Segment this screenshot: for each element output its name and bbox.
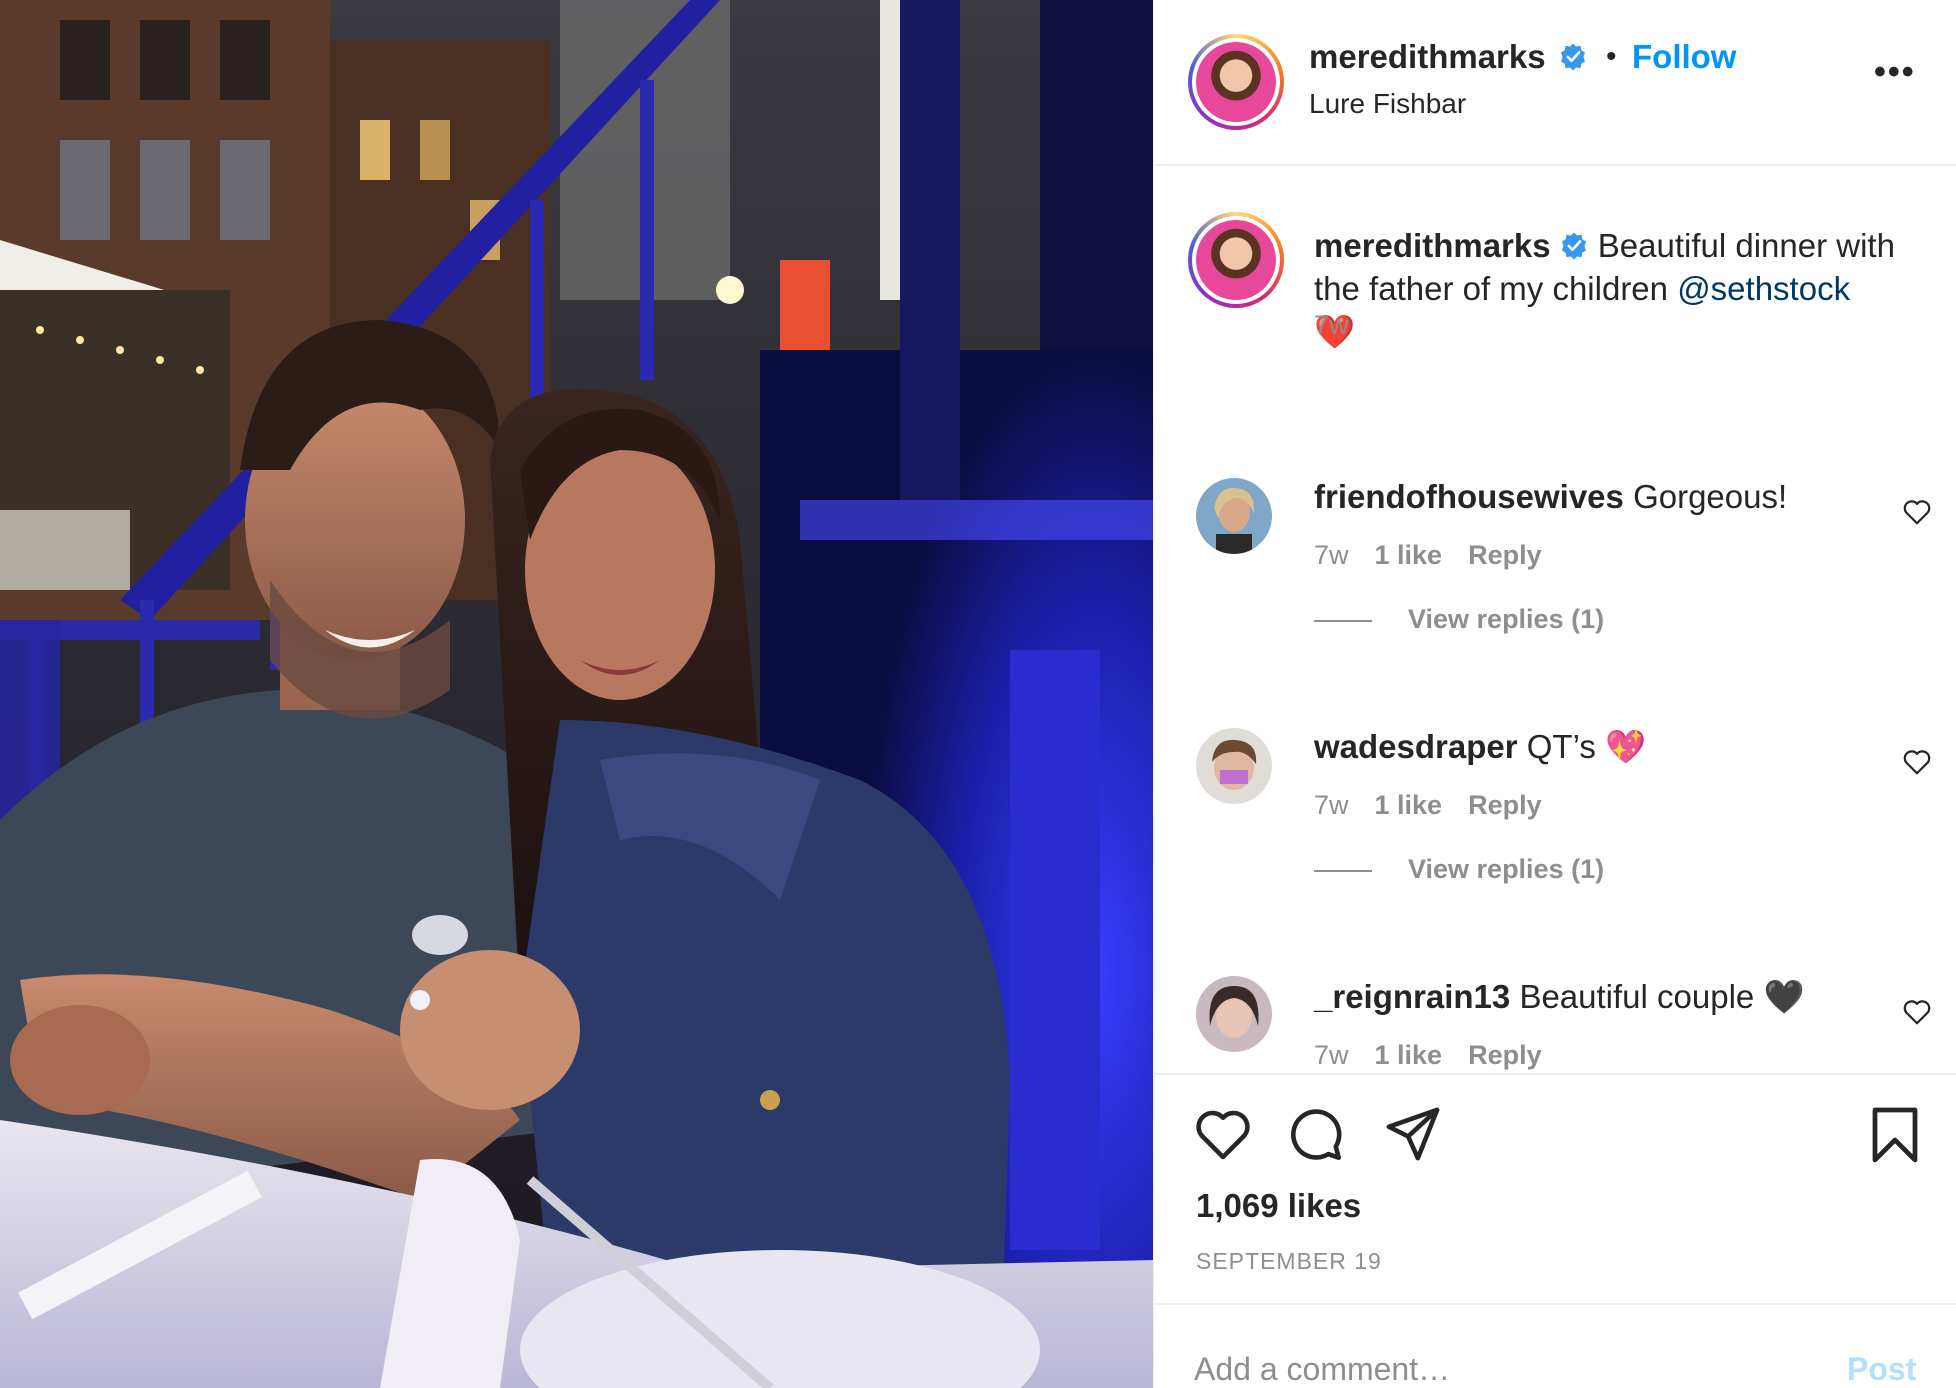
comment-time[interactable]: 7w — [1314, 540, 1349, 570]
caption-username[interactable]: meredithmarks — [1314, 227, 1551, 264]
author-avatar[interactable] — [1188, 34, 1284, 130]
view-replies-label: View replies (1) — [1408, 854, 1605, 884]
like-comment-heart-icon[interactable] — [1902, 498, 1932, 526]
comment-likes[interactable]: 1 like — [1375, 790, 1443, 820]
view-replies-button[interactable]: View replies (1) — [1314, 604, 1604, 635]
comment-likes[interactable]: 1 like — [1375, 540, 1443, 570]
verified-badge-icon — [1561, 43, 1586, 71]
view-replies-button[interactable]: View replies (1) — [1314, 854, 1604, 885]
post-photo[interactable] — [0, 0, 1153, 1388]
caption-avatar[interactable] — [1188, 212, 1284, 308]
comment: _reignrain13 Beautiful couple 🖤 — [1314, 978, 1805, 1017]
heart-icon[interactable] — [1194, 1107, 1252, 1161]
like-comment-heart-icon[interactable] — [1902, 998, 1932, 1026]
save-icon[interactable] — [1868, 1105, 1922, 1165]
comment-meta: 7w 1 like Reply — [1314, 1040, 1568, 1071]
comment-username[interactable]: _reignrain13 — [1314, 978, 1510, 1015]
header-user: meredithmarks — [1309, 38, 1588, 76]
post-comment-button[interactable]: Post — [1847, 1351, 1916, 1388]
likes-count[interactable]: 1,069 likes — [1196, 1187, 1361, 1225]
post-image — [0, 0, 1153, 1388]
comments-list[interactable]: meredithmarks Beautiful dinner with the … — [1154, 168, 1956, 1073]
caption: meredithmarks Beautiful dinner with the … — [1314, 224, 1924, 353]
post-date[interactable]: SEPTEMBER 19 — [1196, 1248, 1382, 1275]
view-replies-label: View replies (1) — [1408, 604, 1605, 634]
post-header: meredithmarks • Follow Lure Fishbar ••• — [1154, 0, 1956, 166]
commenter-avatar[interactable] — [1196, 976, 1272, 1052]
comment: wadesdraper QT’s 💖 — [1314, 728, 1646, 767]
comment-input[interactable] — [1194, 1349, 1794, 1388]
reply-button[interactable]: Reply — [1468, 540, 1542, 570]
like-comment-heart-icon[interactable] — [1902, 748, 1932, 776]
comment-composer: Post — [1154, 1303, 1956, 1388]
separator-dot: • — [1606, 40, 1617, 73]
author-username[interactable]: meredithmarks — [1309, 38, 1546, 75]
comment-body: QT’s 💖 — [1526, 728, 1647, 765]
comment-time[interactable]: 7w — [1314, 1040, 1349, 1070]
post-location[interactable]: Lure Fishbar — [1309, 88, 1466, 120]
reply-button[interactable]: Reply — [1468, 790, 1542, 820]
share-icon[interactable] — [1384, 1105, 1442, 1163]
comment-body: Gorgeous! — [1633, 478, 1788, 515]
commenter-avatar[interactable] — [1196, 478, 1272, 554]
reply-button[interactable]: Reply — [1468, 1040, 1542, 1070]
comment-username[interactable]: friendofhousewives — [1314, 478, 1624, 515]
caption-mention[interactable]: @sethstock — [1677, 270, 1850, 307]
comment-meta: 7w 1 like Reply — [1314, 790, 1568, 821]
comment: friendofhousewives Gorgeous! — [1314, 478, 1787, 516]
comment-time[interactable]: 7w — [1314, 790, 1349, 820]
comment-meta: 7w 1 like Reply — [1314, 540, 1568, 571]
commenter-avatar[interactable] — [1196, 728, 1272, 804]
comment-likes[interactable]: 1 like — [1375, 1040, 1443, 1070]
more-options-icon[interactable]: ••• — [1874, 55, 1916, 89]
post-actions: 1,069 likes SEPTEMBER 19 — [1154, 1073, 1956, 1303]
comment-body: Beautiful couple 🖤 — [1519, 978, 1805, 1015]
verified-badge-icon — [1561, 232, 1586, 260]
follow-button[interactable]: Follow — [1632, 38, 1736, 76]
comment-username[interactable]: wadesdraper — [1314, 728, 1518, 765]
post-sidebar: meredithmarks • Follow Lure Fishbar ••• … — [1153, 0, 1956, 1388]
comment-icon[interactable] — [1286, 1105, 1344, 1163]
caption-time[interactable]: 7w — [1314, 310, 1349, 341]
